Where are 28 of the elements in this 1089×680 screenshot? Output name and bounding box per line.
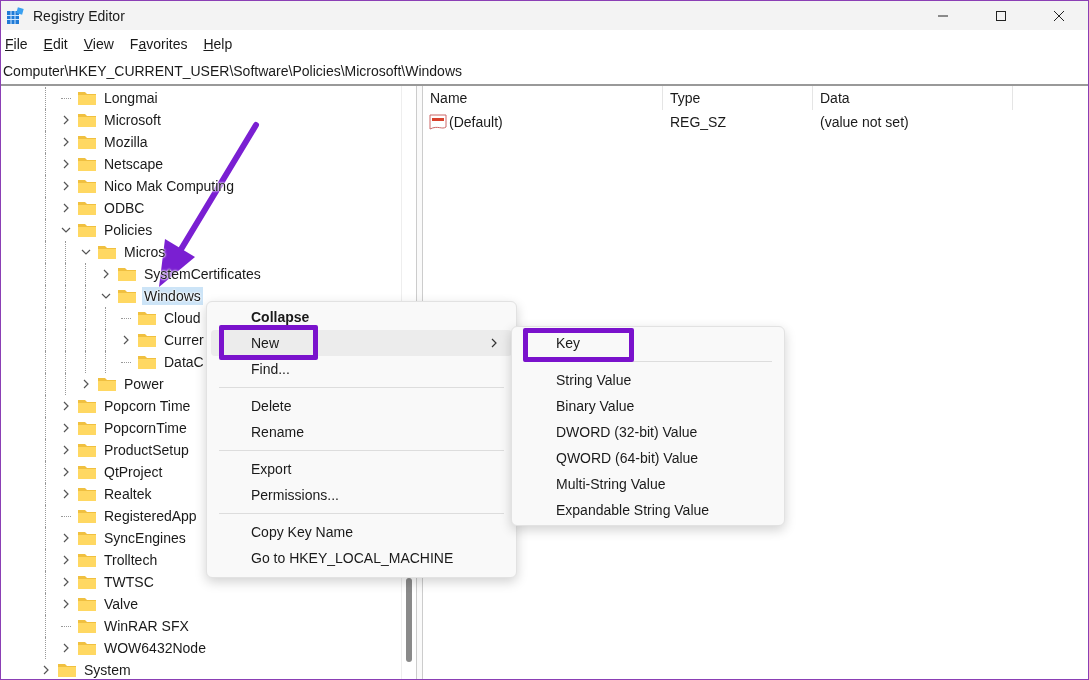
tree-label: WinRAR SFX [103,617,190,635]
tree-label: Currer [163,331,205,349]
tree-label: Mozilla [103,133,149,151]
tree-label: Netscape [103,155,165,173]
tree-label: SyncEngines [103,529,187,547]
tree-label: Cloud [163,309,202,327]
table-cell-text: (value not set) [819,114,910,130]
tree-label: RegisteredApp [103,507,198,525]
tree-label: Power [123,375,165,393]
tree-label: DataC [163,353,205,371]
tree-label: PopcornTime [103,419,188,437]
tree-label: Windows [142,287,203,305]
tree-label: System [83,661,132,679]
tree-label: Trolltech [103,551,159,569]
tree-label: Microsoft [103,111,162,129]
table-cell: (Default) [449,114,503,130]
tree-label: TWTSC [103,573,155,591]
table-cell-text: REG_SZ [669,114,727,130]
tree-label: ODBC [103,199,146,217]
tree-label: Popcorn Time [103,397,192,415]
tree-label: Valve [103,595,139,613]
tree-label: WOW6432Node [103,639,207,657]
window-title: Registry Editor [33,7,125,24]
tree-label: Policies [103,221,154,239]
tree-label: QtProject [103,463,164,481]
tree-label: Longmai [103,89,159,107]
tree-label: ProductSetup [103,441,190,459]
tree-label: Realtek [103,485,153,503]
